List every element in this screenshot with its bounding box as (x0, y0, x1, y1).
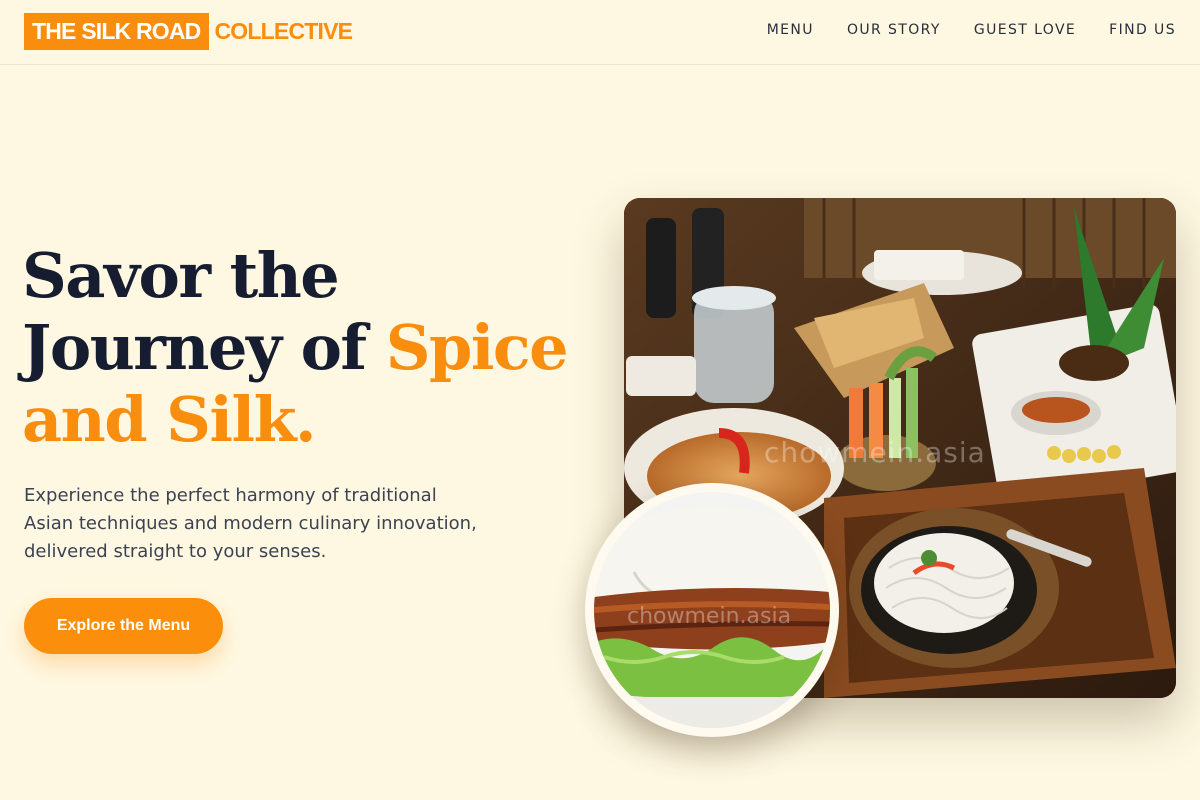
hero-subtitle: Experience the perfect harmony of tradit… (24, 485, 477, 562)
nav-item-menu[interactable]: MENU (767, 22, 814, 38)
main-nav: MENU OUR STORY GUEST LOVE FIND US (767, 22, 1176, 38)
logo-highlight: THE SILK ROAD (24, 13, 209, 50)
hero-title-line2a: Journey of (22, 311, 386, 384)
inset-photo-watermark: chowmein.asia (627, 604, 792, 629)
explore-menu-button[interactable]: Explore the Menu (24, 598, 223, 654)
brand-logo[interactable]: THE SILK ROAD COLLECTIVE (24, 13, 353, 50)
hero-title: Savor the Journey of Spice and Silk. (22, 240, 602, 456)
nav-item-find-us[interactable]: FIND US (1109, 22, 1176, 38)
site-header: THE SILK ROAD COLLECTIVE MENU OUR STORY … (0, 0, 1200, 65)
hero-title-accent-spice: Spice (385, 311, 569, 384)
logo-text: COLLECTIVE (214, 18, 353, 44)
inset-photo-frame: chowmein.asia (594, 492, 830, 728)
nav-item-our-story[interactable]: OUR STORY (847, 22, 941, 38)
nav-item-guest-love[interactable]: GUEST LOVE (974, 22, 1076, 38)
main-photo-watermark: chowmein.asia (764, 436, 986, 469)
hero-title-line3: and Silk. (22, 383, 317, 456)
hero-title-line1: Savor the (22, 239, 340, 312)
sandwich-inset-photo: chowmein.asia (585, 483, 839, 737)
